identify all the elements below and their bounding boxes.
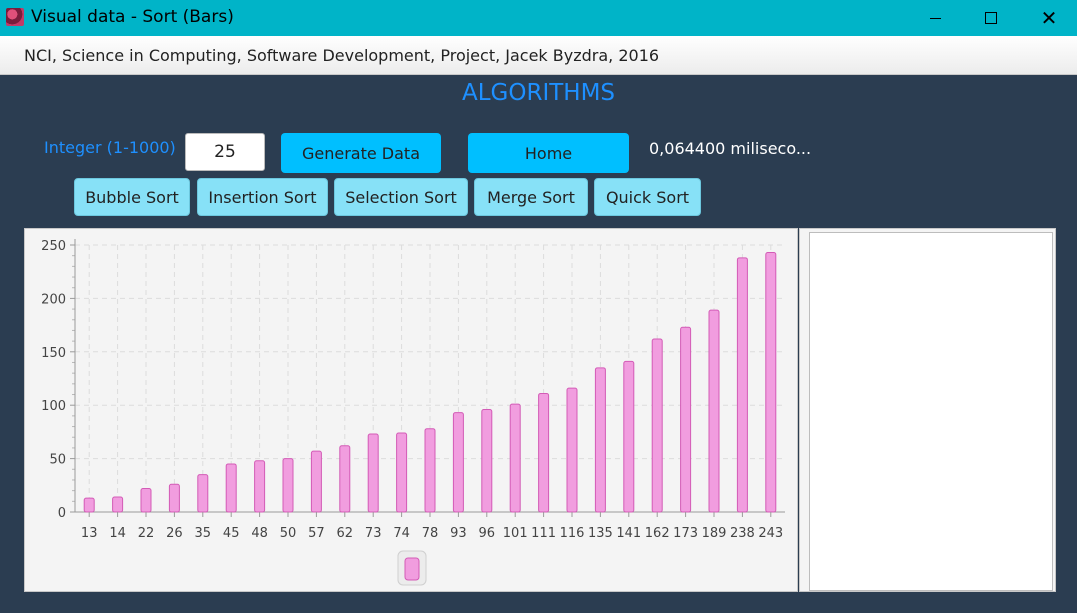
bar bbox=[112, 496, 124, 513]
bar bbox=[310, 450, 322, 513]
y-tick-label: 100 bbox=[41, 399, 66, 414]
bar bbox=[594, 367, 606, 513]
x-tick-label: 74 bbox=[393, 526, 410, 541]
x-tick-label: 50 bbox=[280, 526, 297, 541]
maximize-icon bbox=[985, 12, 997, 24]
bar bbox=[538, 392, 550, 513]
timing-readout: 0,064400 miliseco... bbox=[649, 139, 812, 158]
x-tick-label: 93 bbox=[450, 526, 467, 541]
page-heading: ALGORITHMS bbox=[461, 80, 616, 106]
bar bbox=[168, 483, 180, 513]
bar bbox=[83, 497, 95, 513]
subtitle-bar: NCI, Science in Computing, Software Deve… bbox=[0, 36, 1077, 75]
x-tick-label: 73 bbox=[365, 526, 382, 541]
bar bbox=[197, 474, 209, 513]
generate-data-button[interactable]: Generate Data bbox=[281, 133, 441, 173]
x-tick-label: 22 bbox=[138, 526, 155, 541]
bar bbox=[680, 326, 692, 513]
bar bbox=[282, 458, 294, 513]
close-button[interactable]: ✕ bbox=[1021, 0, 1077, 36]
bar bbox=[140, 488, 152, 513]
integer-label: Integer (1-1000) bbox=[44, 138, 176, 157]
bubble-sort-button[interactable]: Bubble Sort bbox=[74, 178, 190, 216]
x-tick-label: 57 bbox=[308, 526, 325, 541]
bar bbox=[651, 338, 663, 513]
x-tick-label: 62 bbox=[337, 526, 354, 541]
title-bar: Visual data - Sort (Bars) ✕ bbox=[0, 0, 1077, 36]
integer-input[interactable] bbox=[185, 133, 265, 171]
bar bbox=[254, 460, 266, 513]
bar bbox=[566, 387, 578, 513]
bar bbox=[396, 432, 408, 513]
minimize-icon bbox=[929, 17, 941, 19]
home-button[interactable]: Home bbox=[468, 133, 629, 173]
y-tick-label: 150 bbox=[41, 346, 66, 361]
selection-sort-button[interactable]: Selection Sort bbox=[334, 178, 468, 216]
x-tick-label: 135 bbox=[588, 526, 613, 541]
bar bbox=[481, 408, 493, 513]
bar-chart: 0 50 100 150 200 250 13 14 22 26 35 45 48 50 57 62 73 74 7… bbox=[41, 239, 785, 586]
x-tick-label: 141 bbox=[616, 526, 641, 541]
bar bbox=[765, 251, 777, 513]
bar bbox=[225, 463, 237, 513]
x-tick-label: 116 bbox=[560, 526, 585, 541]
bar bbox=[339, 445, 351, 513]
minimize-button[interactable] bbox=[907, 0, 963, 36]
window-title: Visual data - Sort (Bars) bbox=[31, 7, 234, 27]
y-tick-label: 0 bbox=[58, 506, 66, 521]
x-tick-label: 78 bbox=[422, 526, 439, 541]
side-panel bbox=[799, 228, 1056, 592]
x-tick-label: 238 bbox=[730, 526, 755, 541]
x-tick-label: 13 bbox=[81, 526, 98, 541]
bar bbox=[708, 309, 720, 513]
x-tick-label: 173 bbox=[673, 526, 698, 541]
y-tick-label: 50 bbox=[49, 453, 66, 468]
insertion-sort-button[interactable]: Insertion Sort bbox=[197, 178, 328, 216]
x-tick-label: 101 bbox=[503, 526, 528, 541]
app-icon bbox=[6, 8, 24, 26]
bar bbox=[623, 360, 635, 513]
x-tick-label: 26 bbox=[166, 526, 183, 541]
chart-panel: 0 50 100 150 200 250 13 14 22 26 35 45 48 50 57 62 73 74 7… bbox=[24, 228, 798, 592]
subtitle-text: NCI, Science in Computing, Software Deve… bbox=[24, 46, 660, 65]
x-tick-label: 35 bbox=[195, 526, 212, 541]
close-icon: ✕ bbox=[1040, 6, 1058, 30]
x-tick-label: 243 bbox=[758, 526, 783, 541]
legend-swatch bbox=[404, 557, 420, 581]
x-tick-label: 45 bbox=[223, 526, 240, 541]
bar bbox=[452, 412, 464, 513]
bar bbox=[736, 257, 748, 513]
x-tick-label: 111 bbox=[531, 526, 556, 541]
output-area bbox=[809, 232, 1053, 591]
x-tick-label: 14 bbox=[109, 526, 126, 541]
bar bbox=[509, 403, 521, 513]
x-tick-label: 189 bbox=[702, 526, 727, 541]
x-tick-label: 96 bbox=[479, 526, 496, 541]
maximize-button[interactable] bbox=[963, 0, 1019, 36]
x-tick-label: 48 bbox=[251, 526, 268, 541]
y-tick-label: 200 bbox=[41, 292, 66, 307]
x-tick-label: 162 bbox=[645, 526, 670, 541]
bar bbox=[367, 433, 379, 513]
y-tick-label: 250 bbox=[41, 239, 66, 254]
bar bbox=[424, 428, 436, 513]
merge-sort-button[interactable]: Merge Sort bbox=[474, 178, 588, 216]
quick-sort-button[interactable]: Quick Sort bbox=[594, 178, 701, 216]
